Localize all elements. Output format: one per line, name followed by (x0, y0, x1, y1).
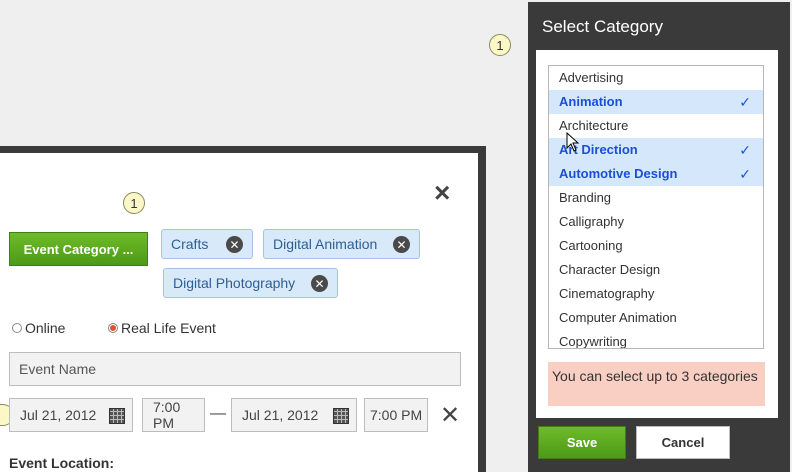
radio-online[interactable]: Online (12, 320, 65, 336)
cancel-button[interactable]: Cancel (636, 426, 730, 459)
category-option-label: Advertising (559, 70, 624, 85)
category-option-label: Automotive Design (559, 166, 678, 181)
start-date-input[interactable]: Jul 21, 2012 (9, 398, 133, 432)
tag-label: Digital Animation (273, 236, 378, 252)
category-option-label: Cinematography (559, 286, 655, 301)
remove-tag-icon[interactable]: ✕ (226, 236, 243, 253)
category-option[interactable]: Cinematography (549, 282, 763, 306)
check-icon: ✓ (739, 142, 751, 158)
category-option-label: Calligraphy (559, 214, 625, 229)
remove-date-row-icon[interactable]: ✕ (440, 401, 460, 430)
category-option-label: Animation (559, 94, 623, 109)
end-date-value: Jul 21, 2012 (242, 407, 319, 423)
category-option[interactable]: Art Direction ✓ (549, 138, 763, 162)
category-option[interactable]: Branding (549, 186, 763, 210)
panel-title: Select Category (542, 17, 663, 36)
step-badge: 1 (489, 34, 511, 56)
event-category-button[interactable]: Event Category ... (9, 232, 148, 266)
end-date-input[interactable]: Jul 21, 2012 (231, 398, 357, 432)
radio-real-life-event[interactable]: Real Life Event (108, 320, 216, 336)
category-option-label: Architecture (559, 118, 629, 133)
end-time-value: 7:00 PM (370, 407, 423, 423)
selection-limit-note: You can select up to 3 categories (548, 362, 765, 406)
category-option-label: Branding (559, 190, 612, 205)
close-icon[interactable]: × (434, 179, 450, 207)
category-list[interactable]: Advertising Animation ✓ Architecture Art Dir… (548, 65, 764, 349)
category-option[interactable]: Computer Animation (549, 306, 763, 330)
radio-online-label: Online (25, 320, 66, 336)
calendar-icon[interactable] (333, 408, 349, 424)
category-tag-digital-photography: Digital Photography ✕ (163, 268, 338, 298)
start-time-value: 7:00 PM (153, 399, 181, 431)
event-location-label: Event Location: (9, 455, 115, 471)
category-option[interactable]: Architecture (549, 114, 763, 138)
panel-body: Advertising Animation ✓ Architecture Art Dir… (536, 50, 778, 418)
category-option[interactable]: Copywriting (549, 330, 763, 349)
category-option-label: Computer Animation (559, 310, 677, 325)
radio-real-life-circle[interactable] (108, 323, 118, 333)
start-date-value: Jul 21, 2012 (20, 407, 97, 423)
category-option[interactable]: Automotive Design ✓ (549, 162, 763, 186)
step-badge-dialog: 1 (123, 192, 145, 214)
category-tag-digital-animation: Digital Animation ✕ (263, 229, 420, 259)
category-option[interactable]: Animation ✓ (549, 90, 763, 114)
radio-online-circle[interactable] (12, 323, 22, 333)
end-time-input[interactable]: 7:00 PM (364, 398, 428, 432)
tag-label: Digital Photography (173, 275, 296, 291)
save-button[interactable]: Save (538, 426, 626, 459)
category-option[interactable]: Calligraphy (549, 210, 763, 234)
remove-tag-icon[interactable]: ✕ (311, 275, 328, 292)
calendar-icon[interactable] (109, 408, 125, 424)
category-option[interactable]: Advertising (549, 66, 763, 90)
date-range-dash: — (210, 405, 226, 422)
mouse-cursor-icon (566, 132, 580, 152)
category-tag-crafts: Crafts ✕ (161, 229, 253, 259)
category-option-label: Character Design (559, 262, 661, 277)
category-option-label: Cartooning (559, 238, 623, 253)
category-option[interactable]: Cartooning (549, 234, 763, 258)
remove-tag-icon[interactable]: ✕ (393, 236, 410, 253)
category-option[interactable]: Character Design (549, 258, 763, 282)
check-icon: ✓ (739, 166, 751, 182)
start-time-input[interactable]: 7:00 PM (142, 398, 205, 432)
event-dialog: × 1 Event Category ... Crafts ✕ Digital … (0, 146, 486, 472)
select-category-panel: Select Category Advertising Animation ✓ Arc… (528, 2, 790, 472)
radio-real-life-label: Real Life Event (121, 320, 216, 336)
event-dialog-body: × 1 Event Category ... Crafts ✕ Digital … (0, 153, 478, 472)
tag-label: Crafts (171, 236, 209, 252)
check-icon: ✓ (739, 94, 751, 110)
category-option-label: Copywriting (559, 334, 627, 349)
event-name-input[interactable]: Event Name (9, 352, 461, 386)
